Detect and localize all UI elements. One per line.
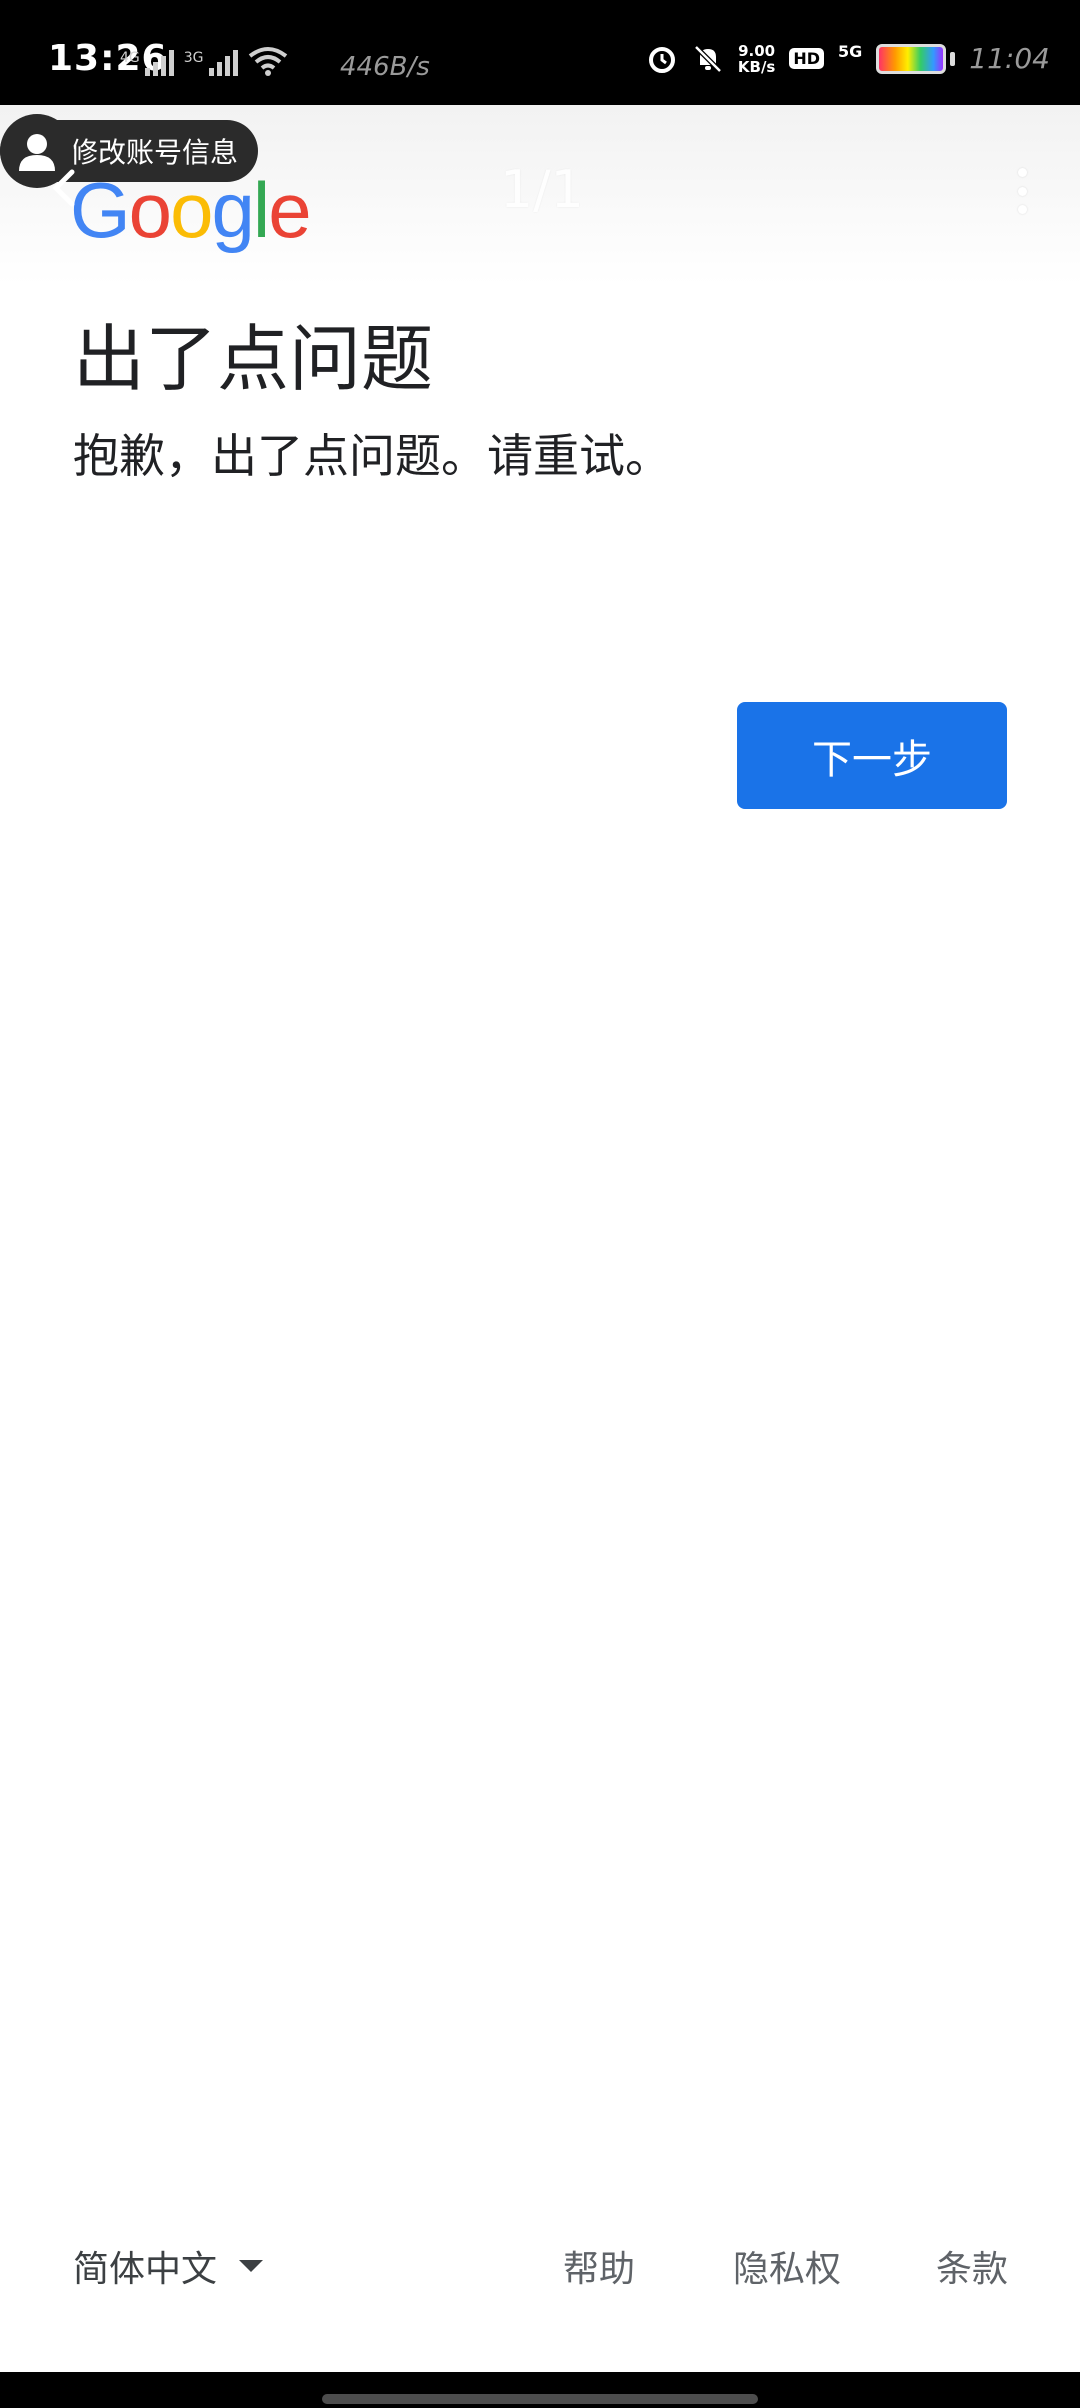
signal-4g-label: 4G [120,50,140,66]
mute-bell-icon [694,44,722,73]
status-bar: 13:26 4G 3G 446B/s 9.00 KB/s HD 5G 11:04 [0,0,1080,105]
network-speed: 9.00 KB/s [738,43,775,75]
status-right-icons: 9.00 KB/s HD 5G 11:04 [646,42,1050,75]
terms-link[interactable]: 条款 [936,2240,1008,2292]
signal-4g-icon: 4G [120,50,174,76]
signal-3g-label: 3G [183,50,204,66]
help-link[interactable]: 帮助 [563,2240,635,2292]
hd-badge: HD [789,48,825,69]
back-arrow-icon[interactable] [48,168,78,208]
signal-indicators: 4G 3G [120,46,288,76]
navigation-bar [0,2372,1080,2408]
footer: 简体中文 帮助 隐私权 条款 [0,2230,1080,2300]
more-vert-icon[interactable] [1012,168,1032,214]
battery-icon [876,43,947,74]
overlay-clock: 11:04 [969,42,1050,75]
caret-down-icon [239,2260,264,2272]
network-speed-left: 446B/s [340,52,430,82]
network-type-label: 5G [838,42,863,61]
network-speed-value: 9.00 [738,41,776,60]
wifi-icon [248,47,287,76]
logo-letter: e [268,166,311,254]
alarm-icon [648,46,675,73]
account-chip-label: 修改账号信息 [70,136,239,169]
next-button[interactable]: 下一步 [737,702,1007,809]
page-title: 出了点问题 [73,317,434,401]
account-chip[interactable]: 修改账号信息 [0,114,259,188]
battery-tip [950,51,956,66]
language-label: 简体中文 [73,2249,218,2290]
signal-3g-icon: 3G [184,50,238,76]
network-speed-unit: KB/s [737,57,776,76]
privacy-link[interactable]: 隐私权 [733,2240,841,2292]
page-counter: 1/1 [500,160,584,220]
home-gesture-handle[interactable] [322,2394,758,2404]
error-message: 抱歉，出了点问题。请重试。 [73,429,671,483]
logo-letter: l [252,166,270,254]
language-selector[interactable]: 简体中文 [73,2240,264,2292]
